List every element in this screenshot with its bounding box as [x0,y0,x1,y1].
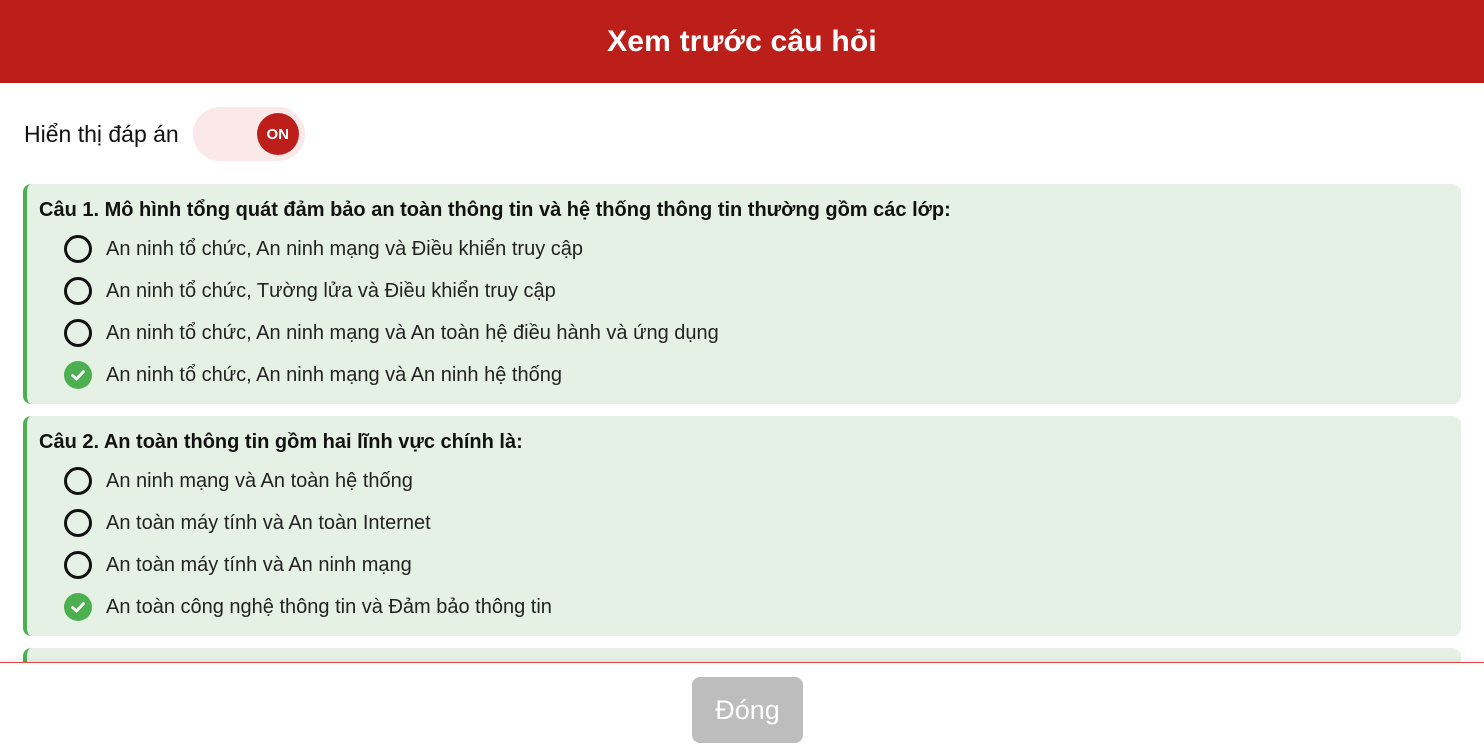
question-title: Câu 2. An toàn thông tin gồm hai lĩnh vự… [39,431,523,453]
answer-option[interactable]: An ninh mạng và An toàn hệ thống [39,460,1461,502]
check-circle-icon [64,361,92,389]
question-card: Câu 1. Mô hình tổng quát đảm bảo an toàn… [23,184,1461,404]
radio-empty-icon[interactable] [64,467,92,495]
radio-empty-icon[interactable] [64,277,92,305]
answer-option[interactable]: An toàn công nghệ thông tin và Đảm bảo t… [39,586,1461,628]
answer-option[interactable]: An toàn máy tính và An ninh mạng [39,544,1461,586]
radio-empty-icon[interactable] [64,551,92,579]
radio-empty-icon[interactable] [64,509,92,537]
answer-option[interactable]: An ninh tổ chức, An ninh mạng và An ninh… [39,354,1461,396]
check-circle-icon [64,593,92,621]
page-title: Xem trước câu hỏi [607,24,877,58]
answer-option[interactable]: An toàn máy tính và An toàn Internet [39,502,1461,544]
answer-option[interactable]: An ninh tổ chức, An ninh mạng và Điều kh… [39,228,1461,270]
question-card: Câu 2. An toàn thông tin gồm hai lĩnh vự… [23,416,1461,636]
show-answer-toggle[interactable]: ON [192,107,305,161]
answer-option-label: An toàn công nghệ thông tin và Đảm bảo t… [106,595,552,618]
answer-option[interactable]: An ninh tổ chức, An ninh mạng và An toàn… [39,312,1461,354]
question-card: Câu 3. Tại sao cần phải đảm bảo an toàn … [23,648,1461,662]
question-title: Câu 1. Mô hình tổng quát đảm bảo an toàn… [39,199,951,221]
answer-option-label: An ninh tổ chức, Tường lửa và Điều khiển… [106,279,556,302]
footer-bar: Đóng [0,662,1484,756]
radio-empty-icon[interactable] [64,319,92,347]
answer-option-label: An ninh tổ chức, An ninh mạng và An ninh… [106,363,562,386]
answer-option-label: An toàn máy tính và An ninh mạng [106,553,412,576]
answer-option-label: An ninh tổ chức, An ninh mạng và An toàn… [106,321,719,344]
toggle-knob[interactable]: ON [256,113,299,155]
answer-option-label: An ninh tổ chức, An ninh mạng và Điều kh… [106,237,584,260]
show-answer-row: Hiển thị đáp án ON [24,106,305,162]
questions-list[interactable]: Câu 1. Mô hình tổng quát đảm bảo an toàn… [23,184,1461,662]
answer-option-label: An toàn máy tính và An toàn Internet [106,511,431,534]
close-button[interactable]: Đóng [692,677,803,743]
answer-option-label: An ninh mạng và An toàn hệ thống [106,469,413,492]
show-answer-label: Hiển thị đáp án [24,120,179,147]
header-bar: Xem trước câu hỏi [0,0,1484,83]
radio-empty-icon[interactable] [64,235,92,263]
answer-option[interactable]: An ninh tổ chức, Tường lửa và Điều khiển… [39,270,1461,312]
